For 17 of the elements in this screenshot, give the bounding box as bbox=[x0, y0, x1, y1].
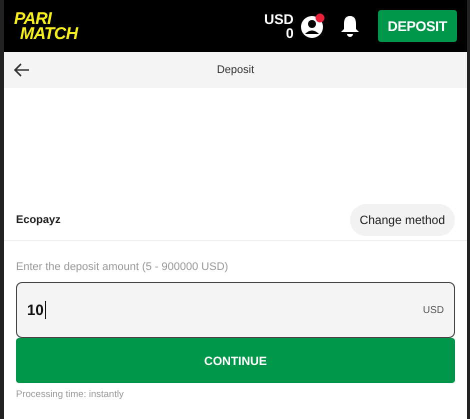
back-arrow-icon[interactable] bbox=[14, 63, 30, 77]
bell-icon[interactable] bbox=[340, 15, 360, 37]
page-title: Deposit bbox=[216, 64, 256, 76]
user-icon[interactable] bbox=[300, 13, 326, 39]
currency-label: USD bbox=[422, 304, 444, 316]
method-name: Ecopayz bbox=[16, 214, 61, 226]
amount-value: 10 bbox=[27, 302, 44, 318]
change-method-button[interactable]: Change method bbox=[350, 204, 455, 236]
continue-button[interactable]: CONTINUE bbox=[16, 338, 455, 383]
balance-currency: USD bbox=[264, 12, 294, 26]
logo[interactable]: PARI MATCH bbox=[14, 11, 78, 41]
balance-amount: 0 bbox=[286, 26, 294, 40]
text-cursor bbox=[44, 301, 46, 319]
amount-label: Enter the deposit amount (5 - 900000 USD) bbox=[16, 261, 230, 273]
amount-field[interactable]: 10 USD bbox=[16, 282, 455, 338]
deposit-button[interactable]: DEPOSIT bbox=[378, 10, 457, 42]
processing-note: Processing time: instantly bbox=[16, 389, 125, 400]
